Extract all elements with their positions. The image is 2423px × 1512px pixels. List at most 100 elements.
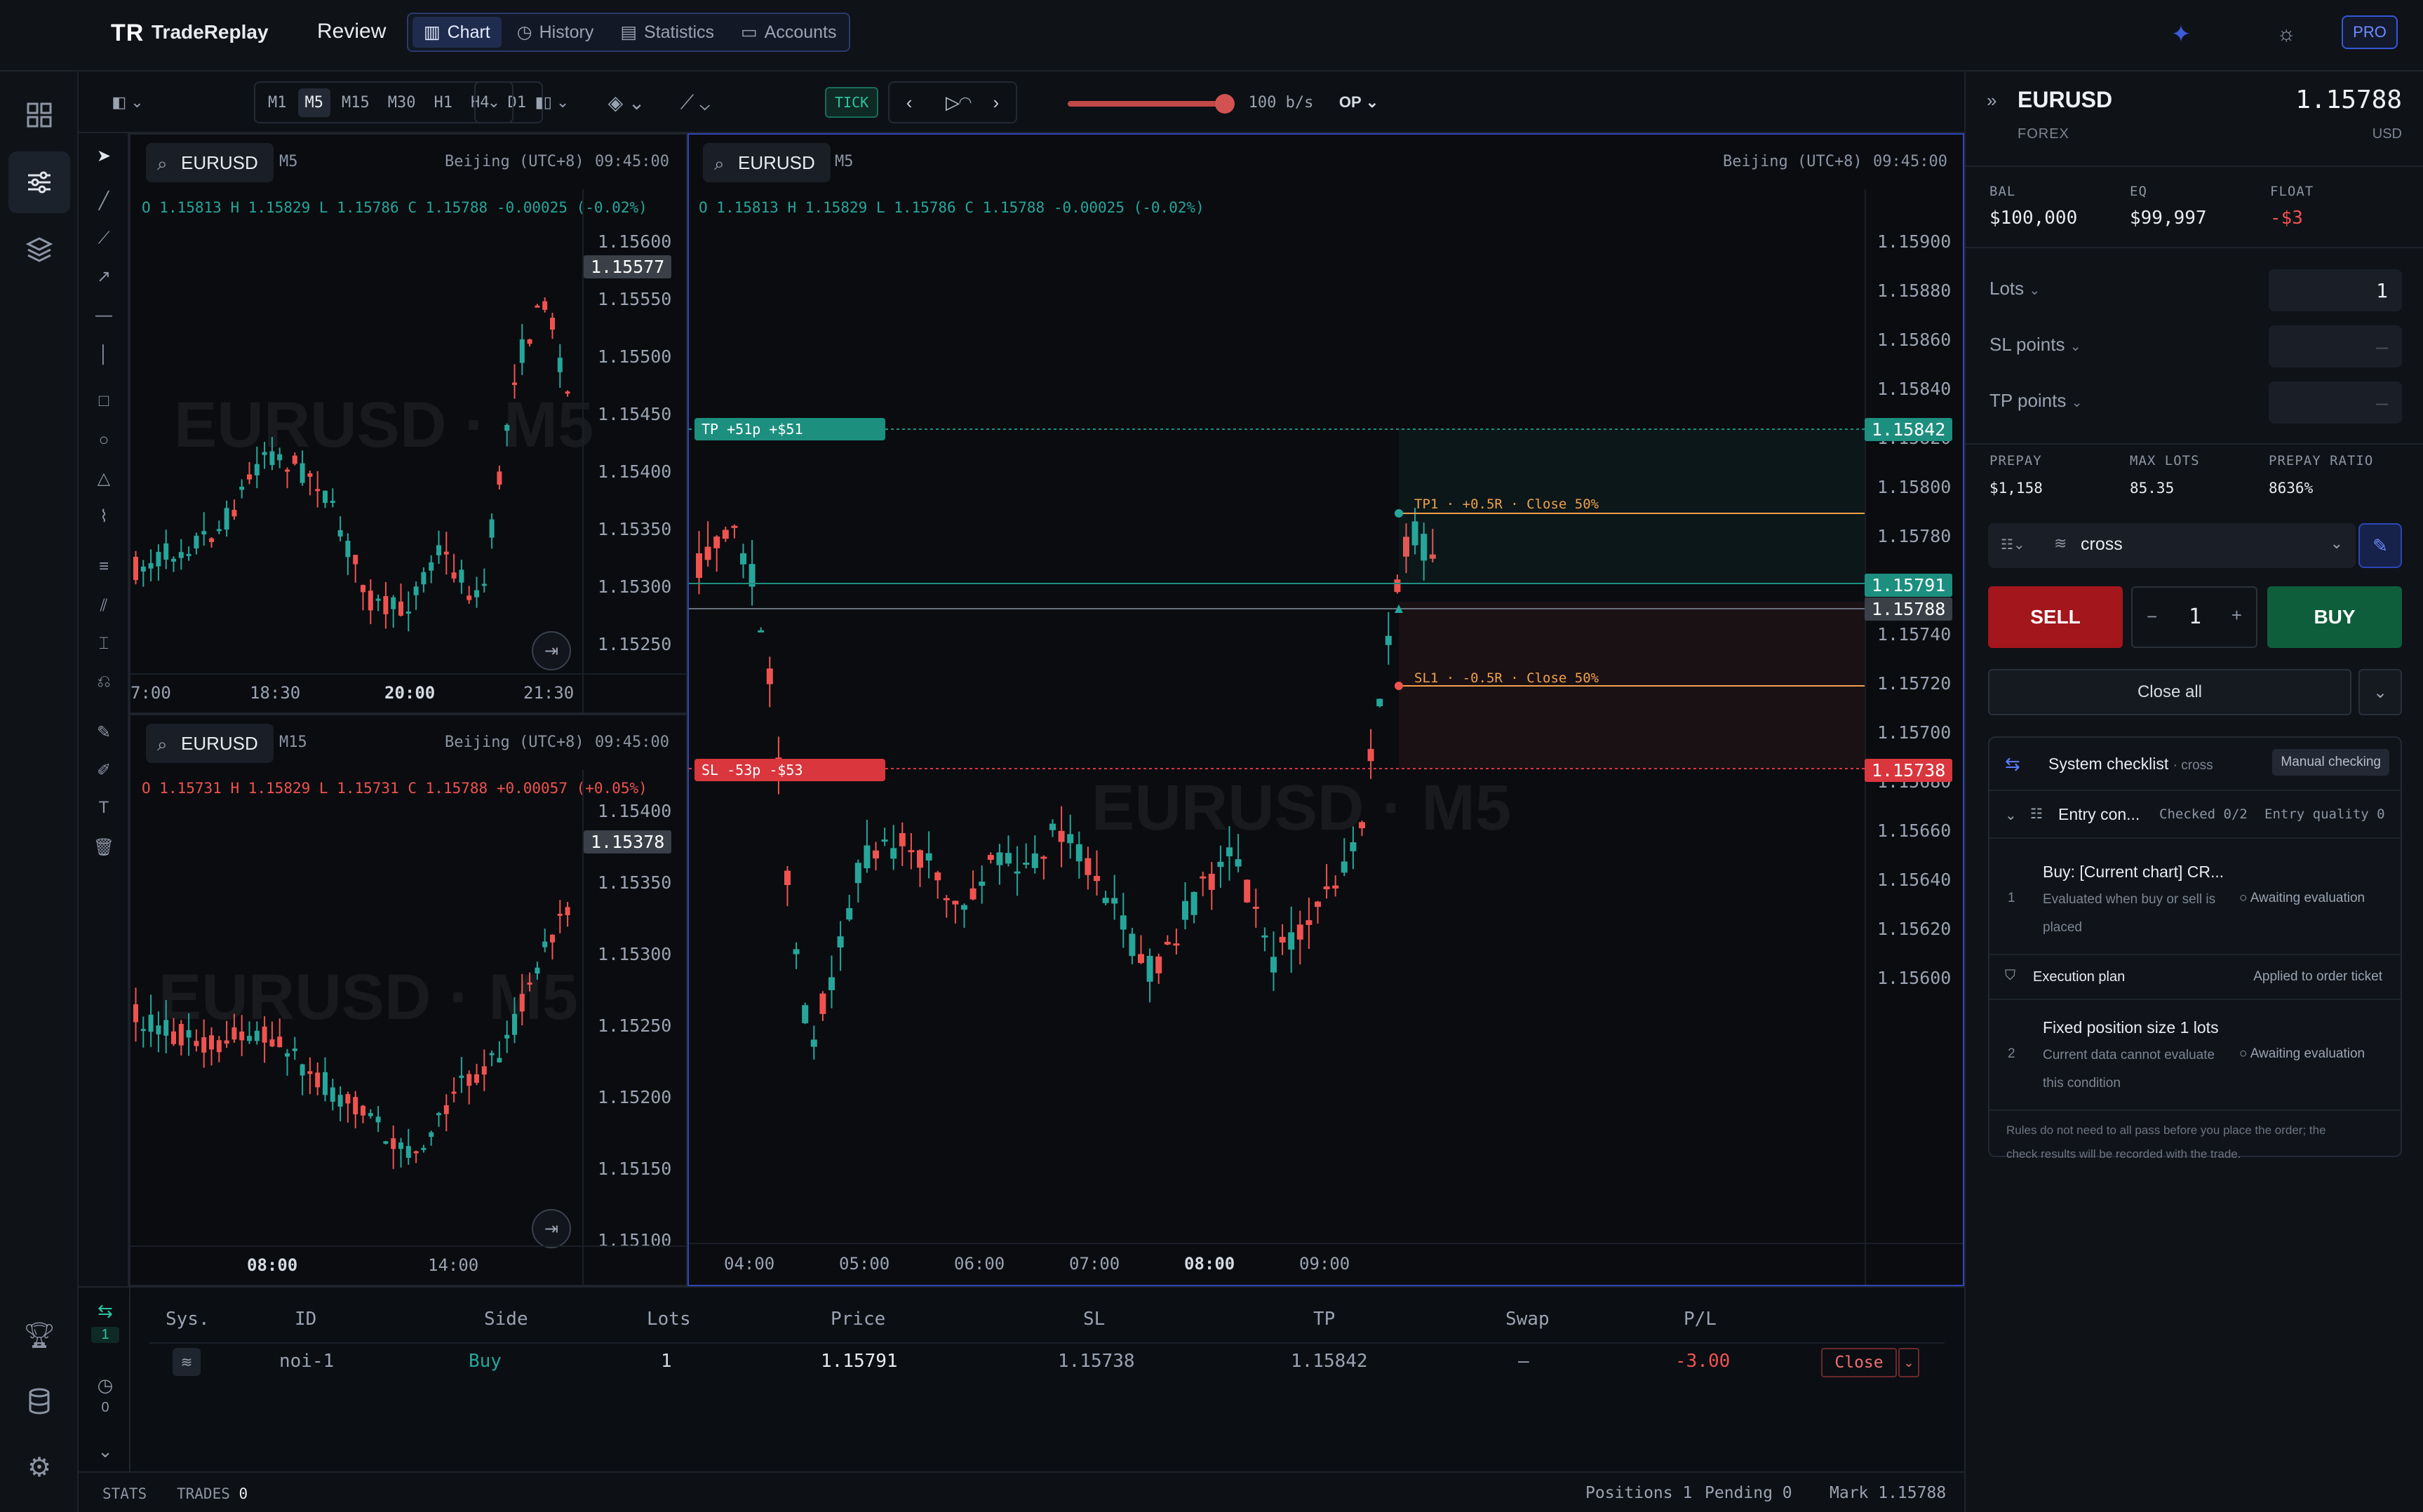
- entry-conditions-label[interactable]: Entry con...: [2058, 805, 2140, 824]
- tp-level-label[interactable]: TP +51p +$51: [694, 418, 885, 440]
- open-positions-icon[interactable]: ⇆: [91, 1300, 119, 1322]
- quantity-value[interactable]: 1: [2189, 605, 2201, 629]
- symbol-search[interactable]: ⌕ EURUSD: [146, 143, 274, 182]
- pane-timezone: Beijing (UTC+8): [445, 734, 584, 751]
- indicators-icon[interactable]: ⟋ ⌄: [671, 84, 720, 121]
- speed-slider-handle[interactable]: [1215, 94, 1235, 114]
- close-options-chevron-icon[interactable]: ⌄: [1898, 1348, 1919, 1377]
- layers-dropdown-icon[interactable]: ◈ ⌄: [602, 84, 651, 121]
- lots-label[interactable]: Lots ⌄: [1989, 278, 2040, 299]
- close-position-button[interactable]: Close: [1821, 1348, 1897, 1377]
- decrement-button[interactable]: −: [2147, 606, 2157, 628]
- cell-lots: 1: [661, 1351, 672, 1372]
- margin-mode-select[interactable]: ☷⌄ ≋ cross ⌄: [1988, 523, 2356, 568]
- app-logo[interactable]: TR: [111, 20, 144, 47]
- candle: [1279, 924, 1286, 955]
- theme-toggle-icon[interactable]: ☼: [2269, 17, 2304, 52]
- collapse-panel-icon[interactable]: »: [1987, 90, 1996, 112]
- collapse-chevron-icon[interactable]: ⌄: [91, 1440, 119, 1462]
- edit-checklist-icon[interactable]: ✎: [2358, 523, 2402, 568]
- axis-divider: [1865, 189, 1866, 1285]
- close-all-options-chevron-icon[interactable]: ⌄: [2358, 669, 2402, 715]
- text-tool-icon[interactable]: T: [91, 795, 116, 821]
- layers-icon[interactable]: [8, 219, 70, 281]
- horizontal-line-icon[interactable]: —: [91, 303, 116, 328]
- step-back-icon[interactable]: ‹: [906, 92, 913, 114]
- measure-icon[interactable]: ⌶: [91, 631, 116, 656]
- tab-accounts[interactable]: ▭ Accounts: [730, 17, 847, 48]
- cursor-icon[interactable]: ➤: [91, 143, 116, 168]
- tp-points-label[interactable]: TP points ⌄: [1989, 390, 2083, 412]
- candle: [429, 555, 434, 583]
- tick-mode-button[interactable]: TICK: [825, 87, 879, 118]
- more-timeframes-chevron-icon[interactable]: ⌄: [474, 81, 514, 123]
- checklist-icon: ☷⌄: [2001, 537, 2025, 553]
- expand-chevron-icon[interactable]: ⌄: [2005, 806, 2017, 824]
- sl-points-input[interactable]: —: [2269, 325, 2402, 367]
- scroll-to-latest-icon[interactable]: ⇥: [532, 631, 571, 670]
- sl1-partial-label[interactable]: SL1 · -0.5R · Close 50%: [1414, 670, 1599, 686]
- candle: [1146, 948, 1153, 1003]
- increment-button[interactable]: +: [2231, 605, 2242, 626]
- divider: [1989, 1109, 2401, 1111]
- sl1-marker[interactable]: [1395, 682, 1403, 690]
- dashboard-icon[interactable]: [8, 84, 70, 146]
- tp1-marker[interactable]: [1395, 509, 1403, 518]
- database-icon[interactable]: [8, 1370, 70, 1432]
- tab-history[interactable]: ◷ History: [506, 17, 605, 48]
- manual-checking-button[interactable]: Manual checking: [2272, 749, 2389, 776]
- sl-points-label[interactable]: SL points ⌄: [1989, 334, 2081, 356]
- sliders-icon[interactable]: [8, 151, 70, 213]
- history-icon[interactable]: ◷: [91, 1375, 119, 1396]
- trophy-icon[interactable]: 🏆︎: [8, 1304, 70, 1366]
- tp-points-input[interactable]: —: [2269, 382, 2402, 424]
- history-icon: ◷: [516, 22, 532, 42]
- candle-type-icon[interactable]: ▮▯ ⌄: [528, 84, 577, 121]
- tp1-partial-label[interactable]: TP1 · +0.5R · Close 50%: [1414, 497, 1599, 512]
- settings-gear-icon[interactable]: ⚙: [8, 1436, 70, 1498]
- layout-toggle-icon[interactable]: ◧ ⌄: [105, 84, 150, 121]
- triangle-icon[interactable]: △: [91, 466, 116, 491]
- sell-button[interactable]: SELL: [1988, 586, 2123, 648]
- tab-chart[interactable]: ▥ Chart: [412, 17, 502, 48]
- tf-m30[interactable]: M30: [381, 88, 423, 117]
- lots-input[interactable]: 1: [2269, 269, 2402, 311]
- chart-pane-main[interactable]: ⌕ EURUSD M5 Beijing (UTC+8) 09:45:00 O 1.…: [687, 133, 1964, 1286]
- close-all-button[interactable]: Close all: [1988, 669, 2351, 715]
- fib-icon[interactable]: ≡: [91, 554, 116, 579]
- tf-m5[interactable]: M5: [297, 88, 330, 117]
- speed-slider-track[interactable]: [1068, 101, 1223, 107]
- sparkle-icon[interactable]: ✦: [2163, 17, 2199, 52]
- chart-pane-top-left[interactable]: ⌕ EURUSD M5 Beijing (UTC+8) 09:45:00 O 1.…: [129, 133, 687, 714]
- arrow-icon[interactable]: ↗: [91, 264, 116, 289]
- pro-badge[interactable]: PRO: [2342, 15, 2398, 49]
- trash-icon[interactable]: 🗑︎: [91, 835, 116, 860]
- tf-h1[interactable]: H1: [427, 88, 460, 117]
- channel-icon[interactable]: ⫽: [91, 593, 116, 619]
- step-forward-icon[interactable]: ›: [993, 92, 1000, 114]
- tf-m1[interactable]: M1: [261, 88, 294, 117]
- vertical-line-icon[interactable]: │: [91, 342, 116, 367]
- ray-icon[interactable]: ⟋: [91, 226, 116, 251]
- pencil-icon[interactable]: ✎: [91, 720, 116, 745]
- candle: [1120, 893, 1127, 948]
- tf-m15[interactable]: M15: [335, 88, 377, 117]
- circle-icon[interactable]: ○: [91, 428, 116, 453]
- sl-level-label[interactable]: SL -53p -$53: [694, 759, 885, 781]
- ruler-icon[interactable]: ⎌: [91, 669, 116, 694]
- path-icon[interactable]: ⌇: [91, 504, 116, 529]
- order-mode-dropdown[interactable]: OP ⌄: [1334, 84, 1383, 121]
- brush-icon[interactable]: ✐: [91, 757, 116, 783]
- scroll-to-latest-icon[interactable]: ⇥: [532, 1209, 571, 1248]
- checklist-title-text: System checklist: [2048, 755, 2169, 773]
- candle: [481, 568, 487, 593]
- chart-pane-bottom-left[interactable]: ⌕ EURUSD M15 Beijing (UTC+8) 09:45:00 O 1…: [129, 714, 687, 1286]
- candle: [908, 833, 915, 870]
- buy-button[interactable]: BUY: [2267, 586, 2402, 648]
- trend-line-icon[interactable]: ╱: [91, 188, 116, 213]
- tab-statistics[interactable]: ▤ Statistics: [609, 17, 725, 48]
- rectangle-icon[interactable]: □: [91, 389, 116, 414]
- stats-label[interactable]: STATS: [102, 1485, 147, 1502]
- system-filter-icon[interactable]: ≋: [173, 1348, 201, 1376]
- symbol-search[interactable]: ⌕ EURUSD: [146, 724, 274, 763]
